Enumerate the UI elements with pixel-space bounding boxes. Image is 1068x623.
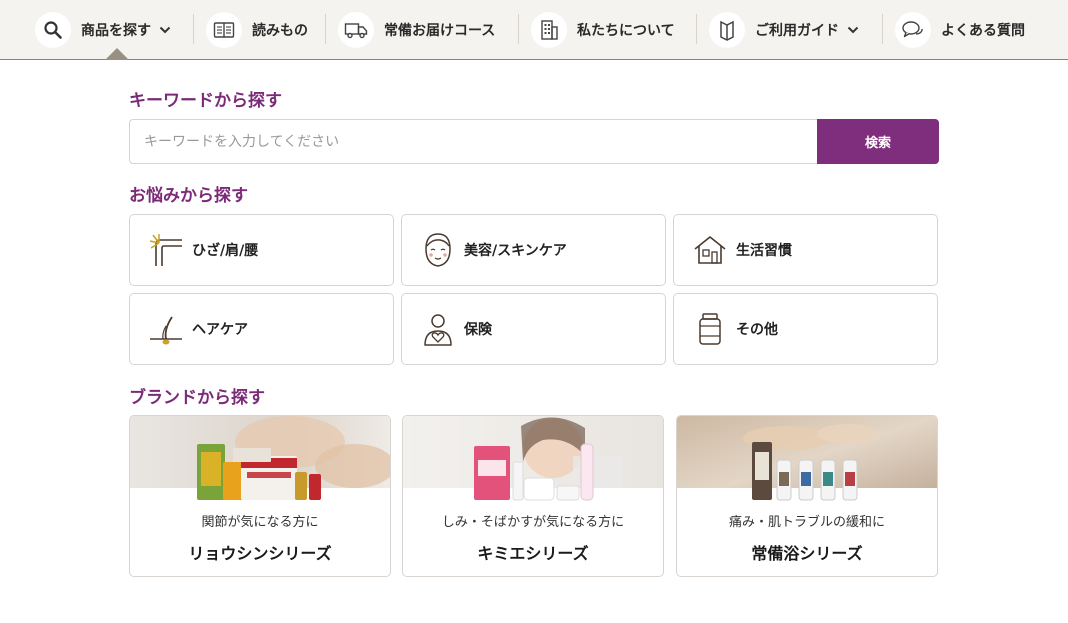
person-heart-icon — [418, 309, 458, 349]
joint-icon — [146, 230, 186, 270]
chevron-down-icon — [847, 26, 859, 34]
concern-card-other[interactable]: その他 — [673, 293, 938, 365]
brand-name: 常備浴シリーズ — [751, 544, 863, 563]
nav-item-product-search[interactable]: 商品を探す — [35, 0, 171, 59]
brand-name: キミエシリーズ — [477, 544, 589, 563]
nav-item-faq[interactable]: よくある質問 — [895, 0, 1025, 59]
concern-label: 生活習慣 — [736, 243, 792, 259]
brand-subtitle: しみ・そばかすが気になる方に — [441, 515, 625, 530]
brand-search-heading: ブランドから探す — [129, 388, 265, 408]
global-nav: 商品を探す 読みもの 常備お届けコース 私たちについて ご利用ガイド よくある質… — [0, 0, 1068, 60]
nav-divider — [882, 14, 883, 44]
house-icon — [690, 230, 730, 270]
hair-icon — [146, 309, 186, 349]
building-icon — [531, 11, 567, 48]
nav-item-regular-delivery[interactable]: 常備お届けコース — [338, 0, 495, 59]
face-icon — [418, 230, 458, 270]
brand-image-kimie — [403, 416, 663, 502]
concern-label: ヘアケア — [192, 322, 248, 338]
concern-label: ひざ/肩/腰 — [192, 243, 259, 259]
concern-label: その他 — [736, 322, 778, 338]
concern-card-joints[interactable]: ひざ/肩/腰 — [129, 214, 394, 286]
concern-label: 保険 — [464, 322, 492, 338]
concern-search-heading: お悩みから探す — [129, 186, 248, 206]
concern-card-insurance[interactable]: 保険 — [401, 293, 666, 365]
nav-label: よくある質問 — [941, 22, 1025, 39]
nav-item-about-us[interactable]: 私たちについて — [531, 0, 675, 59]
guide-book-icon — [709, 11, 745, 48]
brand-card-kimie[interactable]: しみ・そばかすが気になる方に キミエシリーズ — [402, 415, 664, 577]
brand-subtitle: 痛み・肌トラブルの緩和に — [728, 515, 885, 530]
book-icon — [206, 11, 242, 48]
speech-bubbles-icon — [895, 11, 931, 48]
nav-label: 私たちについて — [577, 22, 675, 39]
keyword-search-heading: キーワードから探す — [129, 91, 282, 111]
brand-image-jobiyoku — [677, 416, 937, 502]
keyword-search-form: 検索 — [129, 119, 939, 164]
nav-label: 読みもの — [252, 22, 308, 39]
nav-divider — [696, 14, 697, 44]
brand-name: リョウシンシリーズ — [188, 544, 332, 563]
search-button[interactable]: 検索 — [817, 119, 939, 164]
nav-divider — [518, 14, 519, 44]
bottle-icon — [690, 309, 730, 349]
concern-card-haircare[interactable]: ヘアケア — [129, 293, 394, 365]
delivery-truck-icon — [338, 11, 374, 48]
brand-subtitle: 関節が気になる方に — [201, 515, 319, 530]
nav-label: 商品を探す — [81, 22, 151, 39]
nav-divider — [193, 14, 194, 44]
nav-label: 常備お届けコース — [384, 22, 496, 39]
nav-divider — [325, 14, 326, 44]
concern-card-lifestyle[interactable]: 生活習慣 — [673, 214, 938, 286]
chevron-down-icon — [159, 26, 171, 34]
search-icon — [35, 11, 71, 48]
brand-card-jobiyoku[interactable]: 痛み・肌トラブルの緩和に 常備浴シリーズ — [676, 415, 938, 577]
keyword-search-input[interactable] — [129, 119, 817, 164]
concern-label: 美容/スキンケア — [464, 243, 567, 259]
concern-card-beauty[interactable]: 美容/スキンケア — [401, 214, 666, 286]
nav-label: ご利用ガイド — [755, 22, 839, 39]
brand-card-ryoushin[interactable]: 関節が気になる方に リョウシンシリーズ — [129, 415, 391, 577]
brand-image-ryoushin — [130, 416, 390, 502]
active-menu-caret — [105, 48, 129, 60]
nav-item-user-guide[interactable]: ご利用ガイド — [709, 0, 859, 59]
nav-item-articles[interactable]: 読みもの — [206, 0, 308, 59]
